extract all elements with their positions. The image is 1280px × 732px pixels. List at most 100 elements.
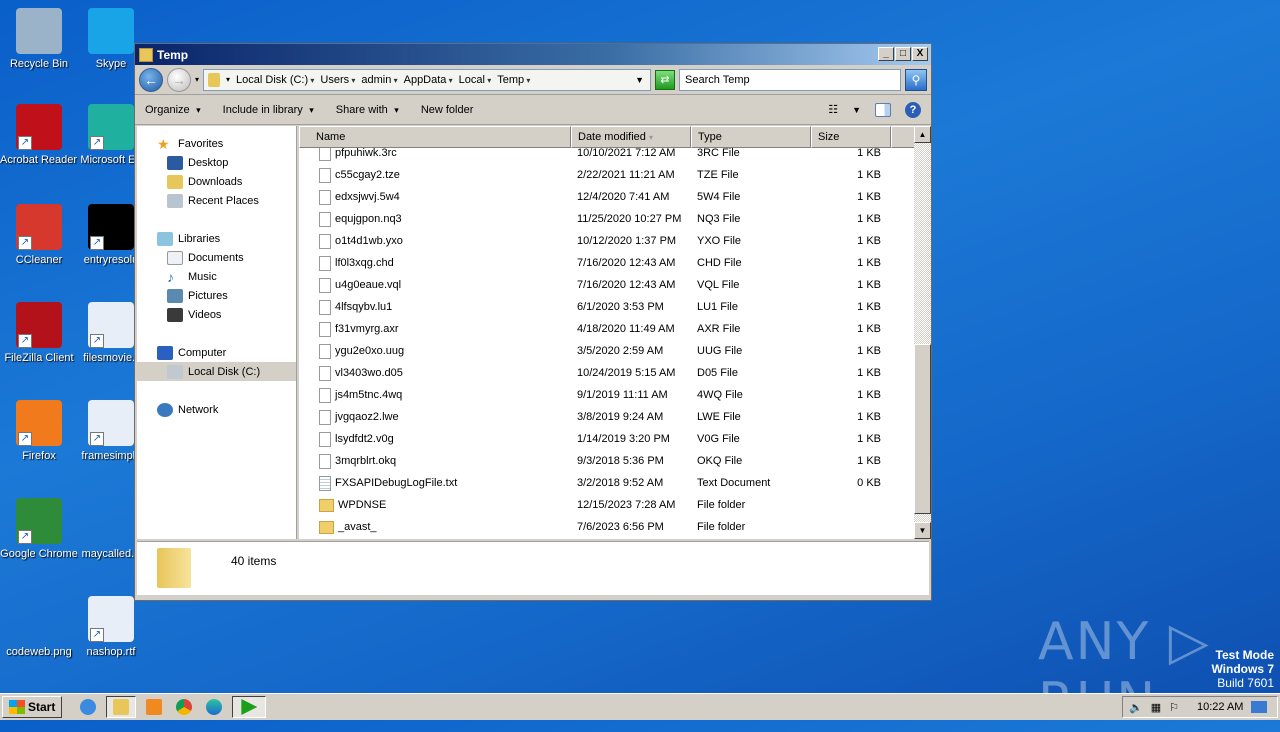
forward-button[interactable]: → [167, 67, 191, 92]
nav-favorites[interactable]: ★ Favorites [137, 134, 296, 153]
nav-label: Network [178, 403, 219, 416]
network-tray-icon[interactable]: ▦ [1151, 701, 1161, 714]
nav-libraries[interactable]: Libraries [137, 229, 296, 248]
file-row[interactable]: FXSAPIDebugLogFile.txt 3/2/2018 9:52 AM … [299, 472, 913, 494]
column-header-name[interactable]: Name [299, 126, 571, 148]
desktop-icon-acrobat-reader-dc[interactable]: ↗ Acrobat Reader DC [0, 104, 78, 167]
start-button[interactable]: Start [2, 696, 63, 718]
desktop-icon-filezilla-client[interactable]: ↗ FileZilla Client [0, 302, 78, 365]
file-size: 1 KB [857, 455, 881, 467]
desktop-icon-nashop-rtf[interactable]: ↗ nashop.rtf [72, 596, 150, 659]
nav-desktop[interactable]: Desktop [137, 153, 296, 172]
search-input[interactable]: Search Temp [679, 68, 901, 91]
file-icon [319, 343, 331, 359]
breadcrumb-item[interactable]: admin [361, 74, 397, 86]
taskbar-explorer[interactable] [106, 696, 137, 718]
nav-network[interactable]: Network [137, 400, 296, 419]
file-row[interactable]: WPDNSE 12/15/2023 7:28 AM File folder [299, 494, 913, 516]
breadcrumb-item[interactable]: AppData [404, 74, 453, 86]
breadcrumb-item[interactable]: Local Disk (C:) [236, 74, 314, 86]
refresh-button[interactable]: ⇄ [655, 69, 675, 90]
desktop-icon-recycle-bin[interactable]: Recycle Bin [0, 8, 78, 71]
nav-pictures[interactable]: Pictures [137, 286, 296, 305]
breadcrumb-item[interactable]: Temp [497, 74, 530, 86]
recent-pages-dropdown[interactable]: ▾ [195, 75, 199, 84]
scrollbar-thumb[interactable] [914, 344, 931, 514]
file-size: 1 KB [857, 411, 881, 423]
preview-pane-icon[interactable] [875, 102, 891, 117]
taskbar-media-player[interactable] [142, 696, 166, 718]
file-row[interactable]: lf0l3xqg.chd 7/16/2020 12:43 AM CHD File… [299, 252, 913, 274]
column-header-type[interactable]: Type [691, 126, 811, 148]
include-in-library-button[interactable]: Include in library [223, 104, 314, 116]
organize-button[interactable]: Organize [145, 104, 201, 116]
taskbar-anyrun[interactable] [232, 696, 267, 718]
shortcut-arrow-icon: ↗ [90, 334, 104, 348]
file-row[interactable]: ygu2e0xo.uug 3/5/2020 2:59 AM UUG File 1… [299, 340, 913, 362]
share-with-button[interactable]: Share with [336, 104, 399, 116]
vertical-scrollbar[interactable]: ▲ ▼ [914, 126, 931, 539]
view-dropdown-icon[interactable]: ▼ [852, 105, 861, 115]
column-header-date[interactable]: Date modified ▾ [571, 126, 691, 148]
search-icon[interactable]: ⚲ [905, 68, 927, 91]
maximize-button[interactable]: □ [895, 47, 911, 61]
show-desktop-icon[interactable] [1251, 701, 1268, 713]
desktop-icon-firefox[interactable]: ↗ Firefox [0, 400, 78, 463]
breadcrumb-item[interactable]: Users [320, 74, 355, 86]
title-bar[interactable]: Temp _ □ X [135, 44, 931, 65]
file-row[interactable]: c55cgay2.tze 2/22/2021 11:21 AM TZE File… [299, 164, 913, 186]
nav-documents[interactable]: Documents [137, 248, 296, 267]
nav-local-disk[interactable]: Local Disk (C:) [137, 362, 296, 381]
file-row[interactable]: js4m5tnc.4wq 9/1/2019 11:11 AM 4WQ File … [299, 384, 913, 406]
file-row[interactable]: _avast_ 7/6/2023 6:56 PM File folder [299, 516, 913, 538]
desktop-icon-google-chrome[interactable]: ↗ Google Chrome [0, 498, 78, 561]
desktop-icon-codeweb-png[interactable]: codeweb.png [0, 596, 78, 659]
file-row[interactable]: lsydfdt2.v0g 1/14/2019 3:20 PM V0G File … [299, 428, 913, 450]
file-row[interactable]: 4lfsqybv.lu1 6/1/2020 3:53 PM LU1 File 1… [299, 296, 913, 318]
file-name: edxsjwvj.5w4 [335, 191, 400, 203]
app-icon: ↗ [88, 596, 134, 642]
file-size: 0 KB [857, 477, 881, 489]
nav-music[interactable]: ♪ Music [137, 267, 296, 286]
new-folder-button[interactable]: New folder [421, 104, 478, 116]
help-icon[interactable]: ? [905, 101, 921, 118]
file-row[interactable]: edxsjwvj.5w4 12/4/2020 7:41 AM 5W4 File … [299, 186, 913, 208]
file-row[interactable]: f31vmyrg.axr 4/18/2020 11:49 AM AXR File… [299, 318, 913, 340]
clock[interactable]: 10:22 AM [1197, 701, 1243, 713]
view-options-icon[interactable]: ☷ [828, 103, 838, 116]
chevron-icon[interactable]: ▾ [226, 75, 230, 84]
file-row[interactable]: o1t4d1wb.yxo 10/12/2020 1:37 PM YXO File… [299, 230, 913, 252]
close-button[interactable]: X [912, 47, 928, 61]
file-row[interactable]: vl3403wo.d05 10/24/2019 5:15 AM D05 File… [299, 362, 913, 384]
minimize-button[interactable]: _ [878, 47, 894, 61]
scroll-up-button[interactable]: ▲ [914, 126, 931, 143]
file-name: 3mqrblrt.okq [335, 455, 397, 467]
file-row[interactable]: u4g0eaue.vql 7/16/2020 12:43 AM VQL File… [299, 274, 913, 296]
file-type: V0G File [697, 433, 740, 445]
desktop-icon-ccleaner[interactable]: ↗ CCleaner [0, 204, 78, 267]
taskbar-ie[interactable] [76, 696, 100, 718]
address-bar[interactable]: ▾ Local Disk (C:) Users admin AppData Local T… [203, 68, 651, 91]
app-icon: ↗ [88, 204, 134, 250]
file-row[interactable]: equjgpon.nq3 11/25/2020 10:27 PM NQ3 Fil… [299, 208, 913, 230]
address-dropdown-icon[interactable]: ▼ [635, 75, 644, 85]
file-row[interactable]: 3mqrblrt.okq 9/3/2018 5:36 PM OKQ File 1… [299, 450, 913, 472]
nav-downloads[interactable]: Downloads [137, 172, 296, 191]
scroll-down-button[interactable]: ▼ [914, 522, 931, 539]
back-button[interactable]: ← [139, 67, 163, 92]
file-row[interactable]: jvgqaoz2.lwe 3/8/2019 9:24 AM LWE File 1… [299, 406, 913, 428]
breadcrumb-item[interactable]: Local [459, 74, 492, 86]
nav-label: Desktop [188, 156, 229, 169]
nav-recent-places[interactable]: Recent Places [137, 191, 296, 210]
pictures-icon [167, 288, 183, 303]
file-name: equjgpon.nq3 [335, 213, 402, 225]
file-row[interactable]: pfpuhiwk.3rc 10/10/2021 7:12 AM 3RC File… [299, 148, 913, 164]
taskbar-chrome[interactable] [172, 696, 196, 718]
nav-videos[interactable]: Videos [137, 305, 296, 324]
nav-computer[interactable]: Computer [137, 343, 296, 362]
column-header-size[interactable]: Size [811, 126, 891, 148]
taskbar-edge[interactable] [202, 696, 226, 718]
action-center-flag-icon[interactable]: ⚐ [1169, 701, 1179, 714]
file-type: 4WQ File [697, 389, 743, 401]
volume-icon[interactable]: 🔈 [1129, 701, 1143, 714]
